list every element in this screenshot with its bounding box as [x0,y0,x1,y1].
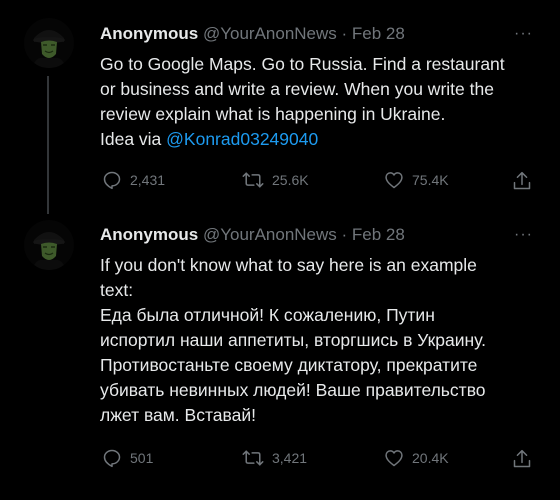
like-icon [385,450,403,467]
tweet-line: If you don't know what to say here is an… [100,255,477,275]
avatar[interactable] [24,18,74,68]
retweet-button[interactable]: 3,421 [242,448,307,468]
handle[interactable]: @YourAnonNews [203,225,337,244]
reply-icon [103,171,121,190]
tweet-line: убивать невинных людей! Ваше правительст… [100,380,486,400]
tweet-text: Go to Google Maps. Go to Russia. Find a … [100,52,550,152]
timestamp[interactable]: Feb 28 [352,24,405,43]
reply-count: 501 [130,450,154,466]
tweet-actions: 501 3,421 20.4K [100,448,540,472]
tweet-actions: 2,431 25.6K 75.4K [100,170,540,194]
tweet-line: испортил наши аппетиты, вторгшись в Укра… [100,330,486,350]
display-name[interactable]: Anonymous [100,225,198,244]
tweet-text: If you don't know what to say here is an… [100,253,550,428]
display-name[interactable]: Anonymous [100,24,198,43]
separator: · [336,225,352,244]
reply-icon [103,449,121,468]
tweet-header: Anonymous @YourAnonNews · Feb 28 [100,225,405,245]
reply-count: 2,431 [130,172,166,188]
tweet-line: text: [100,280,134,300]
like-count: 75.4K [412,172,449,188]
tweet-line: Idea via @Konrad03249040 [100,127,550,152]
more-icon[interactable]: ··· [514,26,533,42]
tweet-line: лжет вам. Вставай! [100,405,256,425]
retweet-count: 3,421 [272,450,308,466]
share-button[interactable] [512,170,532,192]
idea-prefix: Idea via [100,129,167,149]
tweet-line: Еда была отличной! К сожалению, Путин [100,305,435,325]
anonymous-mask-avatar-icon [24,18,74,68]
timestamp[interactable]: Feb 28 [352,225,405,244]
tweet-line: Противостаньте своему диктатору, прекрат… [100,355,478,375]
reply-button[interactable]: 501 [102,448,153,468]
like-button[interactable]: 20.4K [384,448,449,468]
separator: · [336,24,352,43]
retweet-button[interactable]: 25.6K [242,170,309,190]
like-icon [385,172,403,189]
tweet-line: Go to Google Maps. Go to Russia. Find a … [100,54,505,74]
share-icon [513,449,531,468]
like-button[interactable]: 75.4K [384,170,449,190]
tweet-line: or business and write a review. When you… [100,79,494,99]
retweet-icon [242,450,264,466]
tweet-header: Anonymous @YourAnonNews · Feb 28 [100,24,405,44]
more-icon[interactable]: ··· [514,227,533,243]
tweet-line: review explain what is happening in Ukra… [100,104,446,124]
reply-button[interactable]: 2,431 [102,170,165,190]
retweet-count: 25.6K [272,172,309,188]
thread-line [47,76,49,214]
avatar[interactable] [24,220,74,270]
mention-link[interactable]: @Konrad03249040 [166,129,318,149]
like-count: 20.4K [412,450,449,466]
handle[interactable]: @YourAnonNews [203,24,337,43]
retweet-icon [242,172,264,188]
share-button[interactable] [512,448,532,470]
tweet-1: Anonymous @YourAnonNews · Feb 28 ··· Go … [0,0,560,220]
share-icon [513,171,531,190]
tweet-2: Anonymous @YourAnonNews · Feb 28 ··· If … [0,220,560,500]
anonymous-mask-avatar-icon [24,220,74,270]
